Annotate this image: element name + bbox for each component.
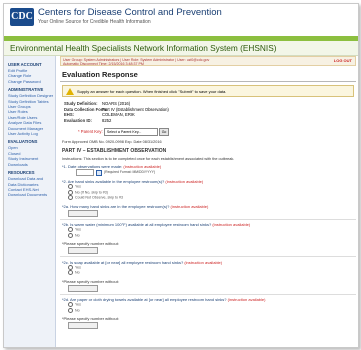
info-value: Part IV (Establishment Observation) — [102, 106, 169, 112]
question-2d-option-no[interactable]: No — [68, 307, 356, 313]
question-2c-specify-input[interactable] — [68, 284, 98, 292]
parent-key-row: * Parent Key: Select a Parent Key... Go — [78, 128, 356, 137]
option-label: Yes — [75, 302, 81, 307]
radio-button[interactable] — [68, 195, 73, 201]
instruction-available-link[interactable]: (instruction available) — [165, 179, 203, 184]
instruction-note-text: Supply an answer for each question. When… — [77, 89, 227, 94]
info-value: COLEMAN, ERIK — [102, 112, 135, 118]
question-2b-specify-label: *Please specify number without: — [62, 241, 119, 247]
page-title: Evaluation Response — [62, 70, 138, 79]
cdc-subtitle: Your Online Source for Credible Health I… — [38, 19, 151, 25]
option-label: Yes — [75, 227, 81, 232]
option-label: No (If No, skip to #3) — [75, 190, 108, 195]
sidebar-link-study-instrument-downloads[interactable]: Study Instrument Downloads — [8, 156, 52, 167]
auto-disconnect-info: Automatic Disconnect Time: 2/15/2016 3:4… — [63, 62, 144, 66]
option-label: No — [75, 307, 80, 312]
cdc-title: Centers for Disease Control and Preventi… — [38, 7, 222, 18]
option-label: Could Not Observe, skip to #3 — [75, 195, 123, 200]
radio-button[interactable] — [68, 232, 73, 238]
question-2c-option-no[interactable]: No — [68, 270, 356, 276]
question-text: *2c. Is soap available at [or near] all … — [62, 259, 184, 265]
option-label: Yes — [75, 265, 81, 270]
parent-key-select[interactable]: Select a Parent Key... — [103, 128, 158, 137]
date-format-hint: (Required Format: MM/DD/YYYY) — [104, 170, 156, 175]
option-label: No — [75, 270, 80, 275]
radio-button[interactable] — [68, 264, 73, 270]
sidebar-heading-user-account: USER ACCOUNT — [8, 62, 42, 67]
question-separator — [60, 218, 356, 220]
info-evaluation-id: Evaluation ID: 8252 — [64, 118, 356, 124]
info-key: Evaluation ID: — [64, 117, 92, 123]
radio-button[interactable] — [68, 227, 73, 233]
instruction-available-link[interactable]: (instruction available) — [171, 204, 209, 209]
app-title: Environmental Health Specialists Network… — [4, 41, 358, 56]
main-content: User Group: System Administrators | User… — [60, 56, 356, 347]
form-approved-note: Form Approved OMB No. 0920-0998 Exp. Dat… — [62, 140, 162, 145]
question-2a-input[interactable] — [68, 209, 98, 217]
question-2a: *2a. How many hand sinks are in the empl… — [62, 204, 356, 209]
sidebar-link-download-data[interactable]: Download Data and Data Dictionaries — [8, 176, 52, 187]
sidebar-link-study-definition-designer[interactable]: Study Definition Designer — [8, 93, 55, 98]
sidebar-heading-administrative: ADMINISTRATIVE — [8, 87, 44, 93]
parent-key-go-button[interactable]: Go — [159, 128, 170, 137]
calendar-icon[interactable] — [96, 169, 102, 176]
content-layout: USER ACCOUNT Edit Profile Change Role Ch… — [4, 56, 358, 347]
page-frame: CDC Centers for Disease Control and Prev… — [3, 3, 359, 348]
question-separator — [60, 256, 356, 257]
question-1-answer: (Required Format: MM/DD/YYYY) — [68, 169, 356, 177]
part-title: PART IV – ESTABLISHMENT OBSERVATION — [62, 148, 167, 155]
question-2b-option-no[interactable]: No — [68, 232, 356, 238]
option-label: Yes — [75, 184, 81, 189]
sidebar-link-change-password[interactable]: Change Password — [8, 79, 55, 84]
sidebar: USER ACCOUNT Edit Profile Change Role Ch… — [4, 56, 56, 347]
sidebar-link-user-activity-log[interactable]: User Activity Log — [8, 131, 55, 136]
option-label: No — [75, 233, 80, 238]
radio-button[interactable] — [68, 184, 73, 190]
instruction-note: Supply an answer for each question. When… — [62, 85, 354, 97]
info-value: NOARS (2016) — [102, 101, 131, 106]
radio-button[interactable] — [68, 270, 73, 276]
radio-button[interactable] — [68, 189, 73, 195]
logout-link[interactable]: LOG OUT — [334, 58, 352, 63]
radio-button[interactable] — [68, 302, 73, 308]
cdc-header: CDC Centers for Disease Control and Prev… — [4, 4, 358, 36]
instruction-available-link[interactable]: (instruction available) — [228, 297, 266, 302]
radio-button[interactable] — [68, 307, 73, 313]
question-2c-specify-label: *Please specify number without: — [62, 278, 119, 284]
question-text: *2a. How many hand sinks are in the empl… — [62, 203, 170, 209]
question-text: *2d. Are paper or cloth drying towels av… — [62, 297, 227, 303]
heading-divider — [60, 81, 356, 82]
question-2-option-could-not-observe[interactable]: Could Not Observe, skip to #3 — [68, 195, 356, 201]
question-separator — [60, 293, 356, 295]
instruction-available-link[interactable]: (instruction available) — [212, 222, 250, 227]
sidebar-link-download-documents[interactable]: Download Documents — [8, 192, 55, 197]
user-info-bar: User Group: System Administrators | User… — [60, 56, 356, 66]
sidebar-heading-resources: RESOURCES — [8, 170, 35, 176]
cdc-logo[interactable]: CDC — [10, 8, 34, 26]
sidebar-heading-evaluations: EVALUATIONS — [8, 139, 38, 145]
bottom-fade — [60, 343, 356, 347]
question-2b-specify-input[interactable] — [68, 247, 98, 255]
info-value: 8252 — [102, 117, 112, 123]
instruction-available-link[interactable]: (instruction available) — [184, 260, 222, 265]
part-instructions: Instructions: This section is to be comp… — [62, 157, 235, 162]
parent-key-label: * Parent Key: — [78, 129, 103, 135]
question-2d-specify-label: *Please specify number without: — [62, 315, 119, 321]
question-text: *2b. Is warm water (minimum 100°F) avail… — [62, 222, 212, 228]
warning-icon — [66, 88, 74, 95]
date-observed-input[interactable] — [76, 169, 94, 177]
question-2d-specify-input[interactable] — [68, 321, 98, 329]
